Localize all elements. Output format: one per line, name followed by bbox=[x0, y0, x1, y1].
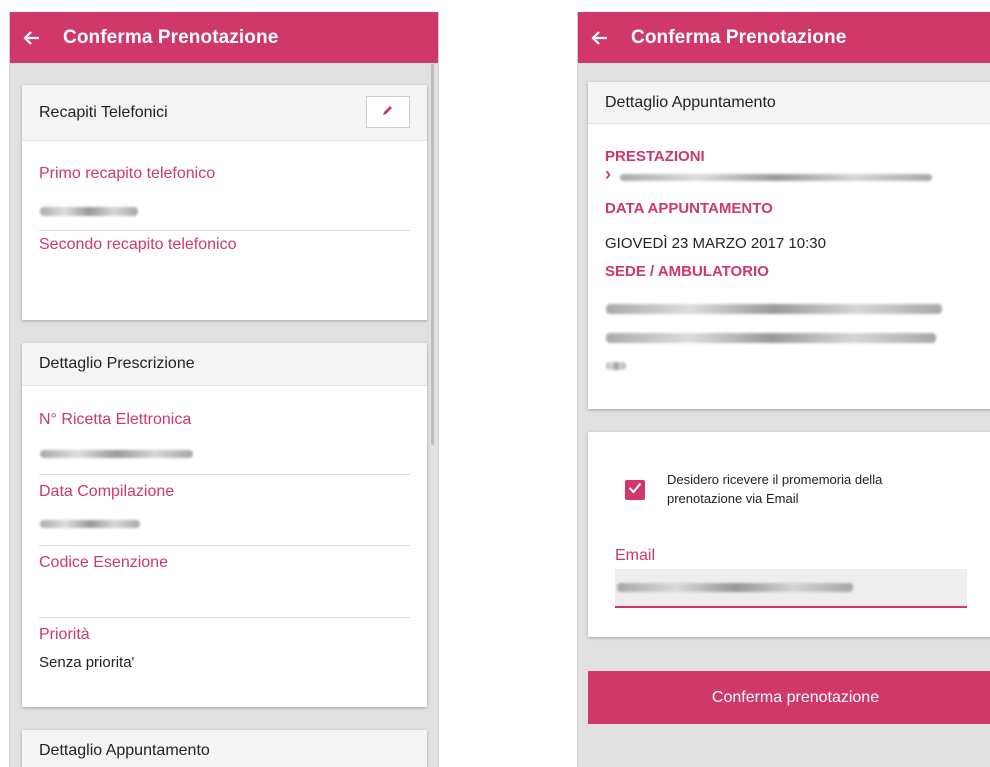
appuntamento-card: Dettaglio Appuntamento bbox=[22, 730, 427, 767]
redacted-sede-line-2 bbox=[606, 333, 936, 343]
promemoria-text: Desidero ricevere il promemoria della pr… bbox=[667, 472, 883, 506]
left-screen: Conferma Prenotazione Recapiti Telefonic… bbox=[9, 12, 439, 767]
data-compilazione-label: Data Compilazione bbox=[39, 483, 175, 500]
priorita-value: Senza priorita' bbox=[39, 654, 135, 671]
data-appuntamento-value: GIOVEDÌ 23 MARZO 2017 10:30 bbox=[605, 235, 826, 252]
app-bar: Conferma Prenotazione bbox=[578, 12, 990, 63]
redacted-prestazione bbox=[620, 174, 932, 181]
divider bbox=[39, 230, 410, 231]
secondo-recapito-label: Secondo recapito telefonico bbox=[39, 236, 237, 253]
recapiti-card: Recapiti Telefonici Primo recapito telef… bbox=[22, 85, 427, 320]
priorita-label: Priorità bbox=[39, 626, 90, 643]
primo-recapito-label: Primo recapito telefonico bbox=[39, 165, 216, 182]
confirm-button-label: Conferma prenotazione bbox=[711, 688, 880, 706]
promemoria-card: Desidero ricevere il promemoria della pr… bbox=[588, 432, 990, 637]
scrollbar[interactable] bbox=[431, 64, 434, 445]
edit-button[interactable] bbox=[366, 96, 410, 128]
sede-label: SEDE / AMBULATORIO bbox=[605, 263, 769, 280]
email-field[interactable] bbox=[615, 569, 967, 608]
promemoria-checkbox[interactable] bbox=[625, 480, 645, 500]
confirm-booking-button[interactable]: Conferma prenotazione bbox=[588, 671, 990, 724]
page-title: Conferma Prenotazione bbox=[631, 26, 847, 48]
card-title: Dettaglio Prescrizione bbox=[39, 355, 195, 372]
redacted-ricetta bbox=[40, 450, 193, 458]
redacted-email bbox=[617, 583, 853, 592]
card-title: Dettaglio Appuntamento bbox=[39, 742, 210, 759]
divider bbox=[39, 474, 410, 475]
divider bbox=[39, 617, 410, 618]
back-arrow-icon[interactable] bbox=[20, 27, 42, 49]
page-title: Conferma Prenotazione bbox=[63, 26, 279, 48]
card-title: Dettaglio Appuntamento bbox=[605, 93, 776, 111]
redacted-data bbox=[40, 520, 140, 528]
app-bar: Conferma Prenotazione bbox=[10, 12, 438, 63]
ricetta-label: N° Ricetta Elettronica bbox=[39, 411, 192, 428]
checkmark-icon bbox=[628, 481, 642, 499]
redacted-sede-line-3 bbox=[606, 362, 626, 370]
card-header: Dettaglio Appuntamento bbox=[22, 730, 427, 767]
pencil-icon bbox=[382, 103, 394, 121]
appuntamento-card: Dettaglio Appuntamento PRESTAZIONI › DAT… bbox=[588, 82, 990, 409]
prestazioni-label: PRESTAZIONI bbox=[605, 148, 705, 165]
chevron-right-icon: › bbox=[605, 164, 611, 184]
card-header: Dettaglio Prescrizione bbox=[22, 343, 427, 386]
data-appuntamento-label: DATA APPUNTAMENTO bbox=[605, 200, 773, 217]
prescrizione-card: Dettaglio Prescrizione N° Ricetta Elettr… bbox=[22, 343, 427, 707]
card-header: Dettaglio Appuntamento bbox=[588, 82, 990, 124]
card-title: Recapiti Telefonici bbox=[39, 103, 168, 121]
right-screen: Conferma Prenotazione Dettaglio Appuntam… bbox=[577, 12, 990, 767]
divider bbox=[39, 545, 410, 546]
redacted-sede-line-1 bbox=[606, 304, 942, 314]
redacted-phone bbox=[40, 207, 138, 216]
codice-esenzione-label: Codice Esenzione bbox=[39, 554, 168, 571]
back-arrow-icon[interactable] bbox=[588, 27, 610, 49]
email-label: Email bbox=[615, 547, 656, 564]
